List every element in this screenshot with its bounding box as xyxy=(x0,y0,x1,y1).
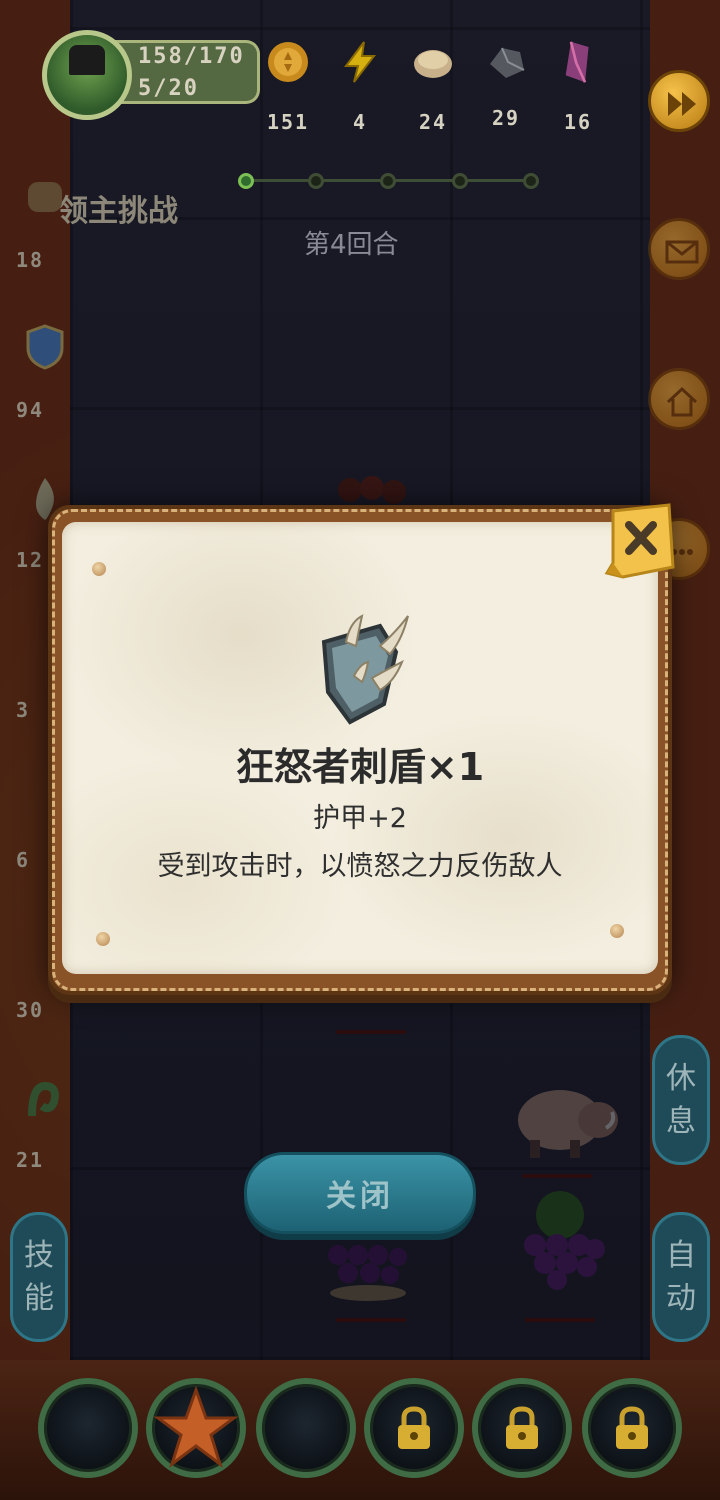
rest-tab[interactable]: 休 息 xyxy=(652,1035,710,1165)
defense-stat-value: 94 xyxy=(16,398,45,422)
round-dot-1 xyxy=(238,173,254,189)
home-button[interactable] xyxy=(648,368,710,430)
fast-forward-button[interactable] xyxy=(648,70,710,132)
skills-tab-label-2: 能 xyxy=(24,1281,54,1316)
skill-slot-1[interactable] xyxy=(38,1378,138,1478)
skills-tab[interactable]: 技 能 xyxy=(10,1212,68,1342)
resource-ore-value: 29 xyxy=(491,106,521,130)
resource-gold-value: 151 xyxy=(266,110,310,134)
lock-icon xyxy=(506,1406,538,1449)
hp-value: 158/170 xyxy=(138,44,245,69)
skill-slot-3[interactable] xyxy=(256,1378,356,1478)
lock-icon xyxy=(616,1406,648,1449)
home-icon xyxy=(666,386,698,417)
pin-decoration xyxy=(96,932,110,946)
auto-tab-label-2: 动 xyxy=(666,1281,696,1316)
rest-tab-label-1: 休 xyxy=(666,1060,696,1096)
crystal-gem-icon xyxy=(565,41,589,83)
round-tracker xyxy=(238,173,539,189)
item-stat-bonus: 护甲+2 xyxy=(313,803,407,834)
dialog-close-icon[interactable] xyxy=(603,503,675,583)
resource-food-value: 24 xyxy=(418,110,448,134)
star-icon xyxy=(154,1386,238,1468)
resource-crystal-value: 16 xyxy=(563,110,593,134)
skill-slot-4-locked[interactable] xyxy=(364,1378,464,1478)
skill-slot-5-locked[interactable] xyxy=(472,1378,572,1478)
close-button[interactable]: 关闭 xyxy=(244,1152,476,1234)
auto-tab-label-1: 自 xyxy=(666,1237,696,1273)
mail-button[interactable] xyxy=(648,218,710,280)
hero-avatar[interactable] xyxy=(42,30,132,120)
lightning-energy-icon xyxy=(344,41,377,83)
round-dot-4 xyxy=(452,173,468,189)
top-hud: 158/170 5/20 151 4 24 29 16 xyxy=(0,0,720,150)
fist-attack-icon xyxy=(28,182,62,212)
gold-coin-icon xyxy=(268,42,308,82)
lock-icon xyxy=(398,1406,430,1449)
stat-value-6: 30 xyxy=(16,998,45,1022)
skill-slot-2[interactable] xyxy=(146,1378,246,1478)
item-title: 狂怒者刺盾×1 xyxy=(235,745,485,789)
rest-tab-label-2: 息 xyxy=(666,1104,696,1139)
level-value: 5/20 xyxy=(138,76,199,101)
spiked-shield-icon xyxy=(321,614,409,725)
resource-ore: 29 xyxy=(476,40,536,140)
round-dot-5 xyxy=(523,173,539,189)
round-dot-3 xyxy=(380,173,396,189)
auto-tab[interactable]: 自 动 xyxy=(652,1212,710,1342)
pin-decoration xyxy=(610,924,624,938)
round-dot-2 xyxy=(308,173,324,189)
resource-energy-value: 4 xyxy=(352,110,368,134)
resource-food: 24 xyxy=(403,40,463,140)
iron-ore-icon xyxy=(490,47,525,78)
skill-slot-6-locked[interactable] xyxy=(582,1378,682,1478)
fast-forward-icon xyxy=(668,92,696,116)
bread-food-icon xyxy=(414,50,452,78)
resource-energy: 4 xyxy=(330,40,390,140)
resource-crystal: 16 xyxy=(548,40,608,140)
serpent-stat-value: 21 xyxy=(16,1148,45,1172)
attack-stat-value: 18 xyxy=(16,248,45,272)
mail-icon xyxy=(665,240,699,264)
shield-defense-icon xyxy=(26,324,64,370)
round-label: 第4回合 xyxy=(304,230,399,260)
serpent-icon xyxy=(28,1081,59,1117)
skills-tab-label-1: 技 xyxy=(24,1237,54,1273)
pin-decoration xyxy=(92,562,106,576)
item-description: 受到攻击时，以愤怒之力反伤敌人 xyxy=(157,851,563,882)
resource-gold: 151 xyxy=(258,40,318,140)
challenge-label: 领主挑战 xyxy=(58,194,178,229)
